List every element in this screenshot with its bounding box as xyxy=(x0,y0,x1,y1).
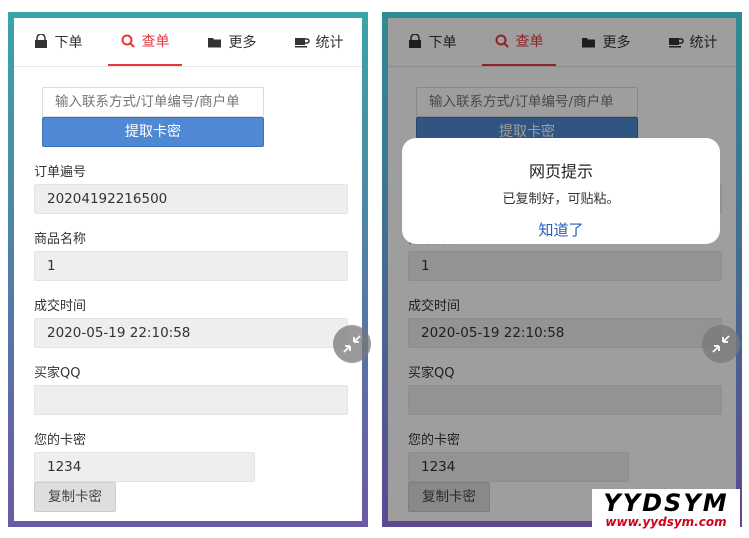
tab-order[interactable]: 下单 xyxy=(21,18,95,66)
alert-dialog: 网页提示 已复制好，可贴粘。 知道了 xyxy=(402,138,720,244)
qq-field[interactable] xyxy=(34,385,348,415)
tab-order-label: 下单 xyxy=(54,35,83,51)
collapse-arrows-icon xyxy=(343,335,361,353)
left-screen: 下单 查单 更多 统计 提取卡密 订单遍号 20204192216500 商品名… xyxy=(8,12,368,527)
product-field[interactable]: 1 xyxy=(34,251,348,281)
search-input[interactable] xyxy=(42,87,264,117)
folder-open-icon xyxy=(207,38,221,48)
watermark-logo-text: YYDSYM xyxy=(603,489,729,517)
card-field[interactable]: 1234 xyxy=(34,452,255,482)
watermark-logo: YYDSYM www.yydsym.com xyxy=(592,489,740,531)
tab-more-label: 更多 xyxy=(228,35,257,51)
search-icon xyxy=(121,34,135,48)
collapse-float-button[interactable] xyxy=(702,325,740,363)
copy-card-button[interactable]: 复制卡密 xyxy=(34,482,116,512)
shopping-bag-icon xyxy=(34,34,47,48)
search-area: 提取卡密 xyxy=(42,87,264,147)
collapse-arrows-icon xyxy=(712,335,730,353)
fetch-card-button[interactable]: 提取卡密 xyxy=(42,117,264,147)
coffee-cup-icon xyxy=(294,38,310,48)
card-label: 您的卡密 xyxy=(34,433,87,448)
tab-stats[interactable]: 统计 xyxy=(282,18,356,66)
order-no-field[interactable]: 20204192216500 xyxy=(34,184,348,214)
modal-overlay xyxy=(388,18,736,521)
time-field[interactable]: 2020-05-19 22:10:58 xyxy=(34,318,348,348)
tab-more[interactable]: 更多 xyxy=(195,18,269,66)
tab-query[interactable]: 查单 xyxy=(107,18,182,66)
collapse-float-button[interactable] xyxy=(333,325,371,363)
right-screen: 下单 查单 更多 统计 提取卡密 订单遍号 20204192216500 商品名… xyxy=(382,12,742,527)
dialog-ok-button[interactable]: 知道了 xyxy=(402,219,720,240)
dialog-message: 已复制好，可贴粘。 xyxy=(502,192,620,207)
tab-stats-label: 统计 xyxy=(315,35,344,51)
product-label: 商品名称 xyxy=(34,232,87,247)
tab-query-label: 查单 xyxy=(141,34,170,50)
watermark-url: www.yydsym.com xyxy=(605,515,727,529)
dialog-title: 网页提示 xyxy=(528,162,593,181)
order-no-label: 订单遍号 xyxy=(34,165,87,180)
tab-bar: 下单 查单 更多 统计 xyxy=(14,18,362,67)
time-label: 成交时间 xyxy=(34,299,87,314)
qq-label: 买家QQ xyxy=(34,366,81,381)
